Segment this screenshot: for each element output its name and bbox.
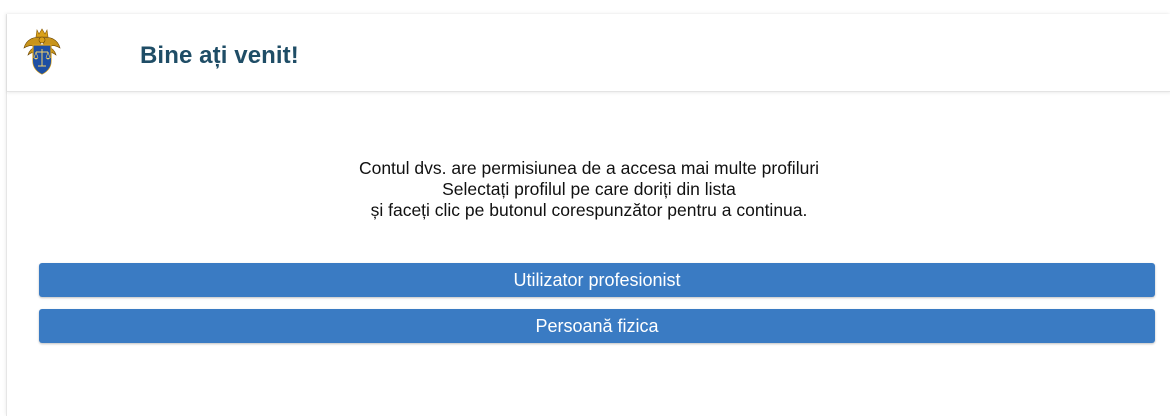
header-bar: Bine ați venit! bbox=[7, 14, 1170, 92]
page-title: Bine ați venit! bbox=[140, 42, 299, 69]
individual-person-button[interactable]: Persoană fizica bbox=[39, 309, 1155, 343]
coat-of-arms-icon bbox=[23, 28, 61, 78]
profile-selection-message: Contul dvs. are permisiunea de a accesa … bbox=[7, 158, 1170, 221]
welcome-card: Bine ați venit! Contul dvs. are permisiu… bbox=[6, 14, 1170, 416]
message-line-2: Selectați profilul pe care doriți din li… bbox=[442, 179, 736, 199]
message-line-1: Contul dvs. are permisiunea de a accesa … bbox=[358, 158, 820, 178]
top-strip bbox=[0, 0, 1170, 14]
message-line-3: și faceți clic pe butonul corespunzător … bbox=[370, 200, 808, 220]
professional-user-button[interactable]: Utilizator profesionist bbox=[39, 263, 1155, 297]
